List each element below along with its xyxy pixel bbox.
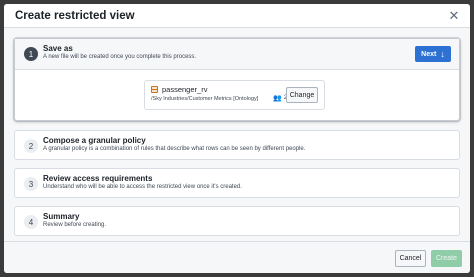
file-path: /Sky Industries/Customer Metrics [Ontolo… <box>151 96 259 102</box>
step-description: A new file will be created once you comp… <box>43 54 197 60</box>
people-icon: 👥 <box>273 95 282 102</box>
next-button[interactable]: Next ↓ <box>415 46 451 62</box>
step-compose-policy[interactable]: 2 Compose a granular policy A granular p… <box>14 130 460 160</box>
next-button-label: Next <box>421 50 437 58</box>
change-button[interactable]: Change <box>286 87 318 103</box>
close-icon[interactable]: ✕ <box>447 9 461 23</box>
step-title: Review access requirements <box>43 174 153 183</box>
share-info: 👥 2 <box>273 94 287 102</box>
step-description: Understand who will be able to access th… <box>43 184 242 190</box>
step-title: Compose a granular policy <box>43 136 146 145</box>
step-number: 4 <box>24 215 38 229</box>
step-save-as: 1 Save as A new file will be created onc… <box>14 38 460 121</box>
table-icon <box>151 86 158 93</box>
cancel-button[interactable]: Cancel <box>395 250 426 267</box>
step-review-access[interactable]: 3 Review access requirements Understand … <box>14 168 460 198</box>
step-number: 3 <box>24 177 38 191</box>
file-name: passenger_rv <box>162 85 208 94</box>
step-title: Summary <box>43 212 80 221</box>
create-restricted-view-dialog: Create restricted view ✕ 1 Save as A new… <box>4 4 470 273</box>
steps-container: 1 Save as A new file will be created onc… <box>4 28 470 241</box>
dialog-footer: Cancel Create <box>4 241 470 273</box>
arrow-down-icon: ↓ <box>440 48 445 59</box>
create-button[interactable]: Create <box>431 250 462 267</box>
step-title: Save as <box>43 44 73 53</box>
step-description: Review before creating. <box>43 222 107 228</box>
step-number: 2 <box>24 139 38 153</box>
step-description: A granular policy is a combination of ru… <box>43 146 306 152</box>
output-file-card: passenger_rv /Sky Industries/Customer Me… <box>144 80 325 110</box>
step-header: 1 Save as A new file will be created onc… <box>15 39 459 70</box>
step-number: 1 <box>24 47 38 61</box>
step-summary[interactable]: 4 Summary Review before creating. <box>14 206 460 236</box>
dialog-header: Create restricted view ✕ <box>4 4 470 28</box>
dialog-title: Create restricted view <box>15 9 135 22</box>
